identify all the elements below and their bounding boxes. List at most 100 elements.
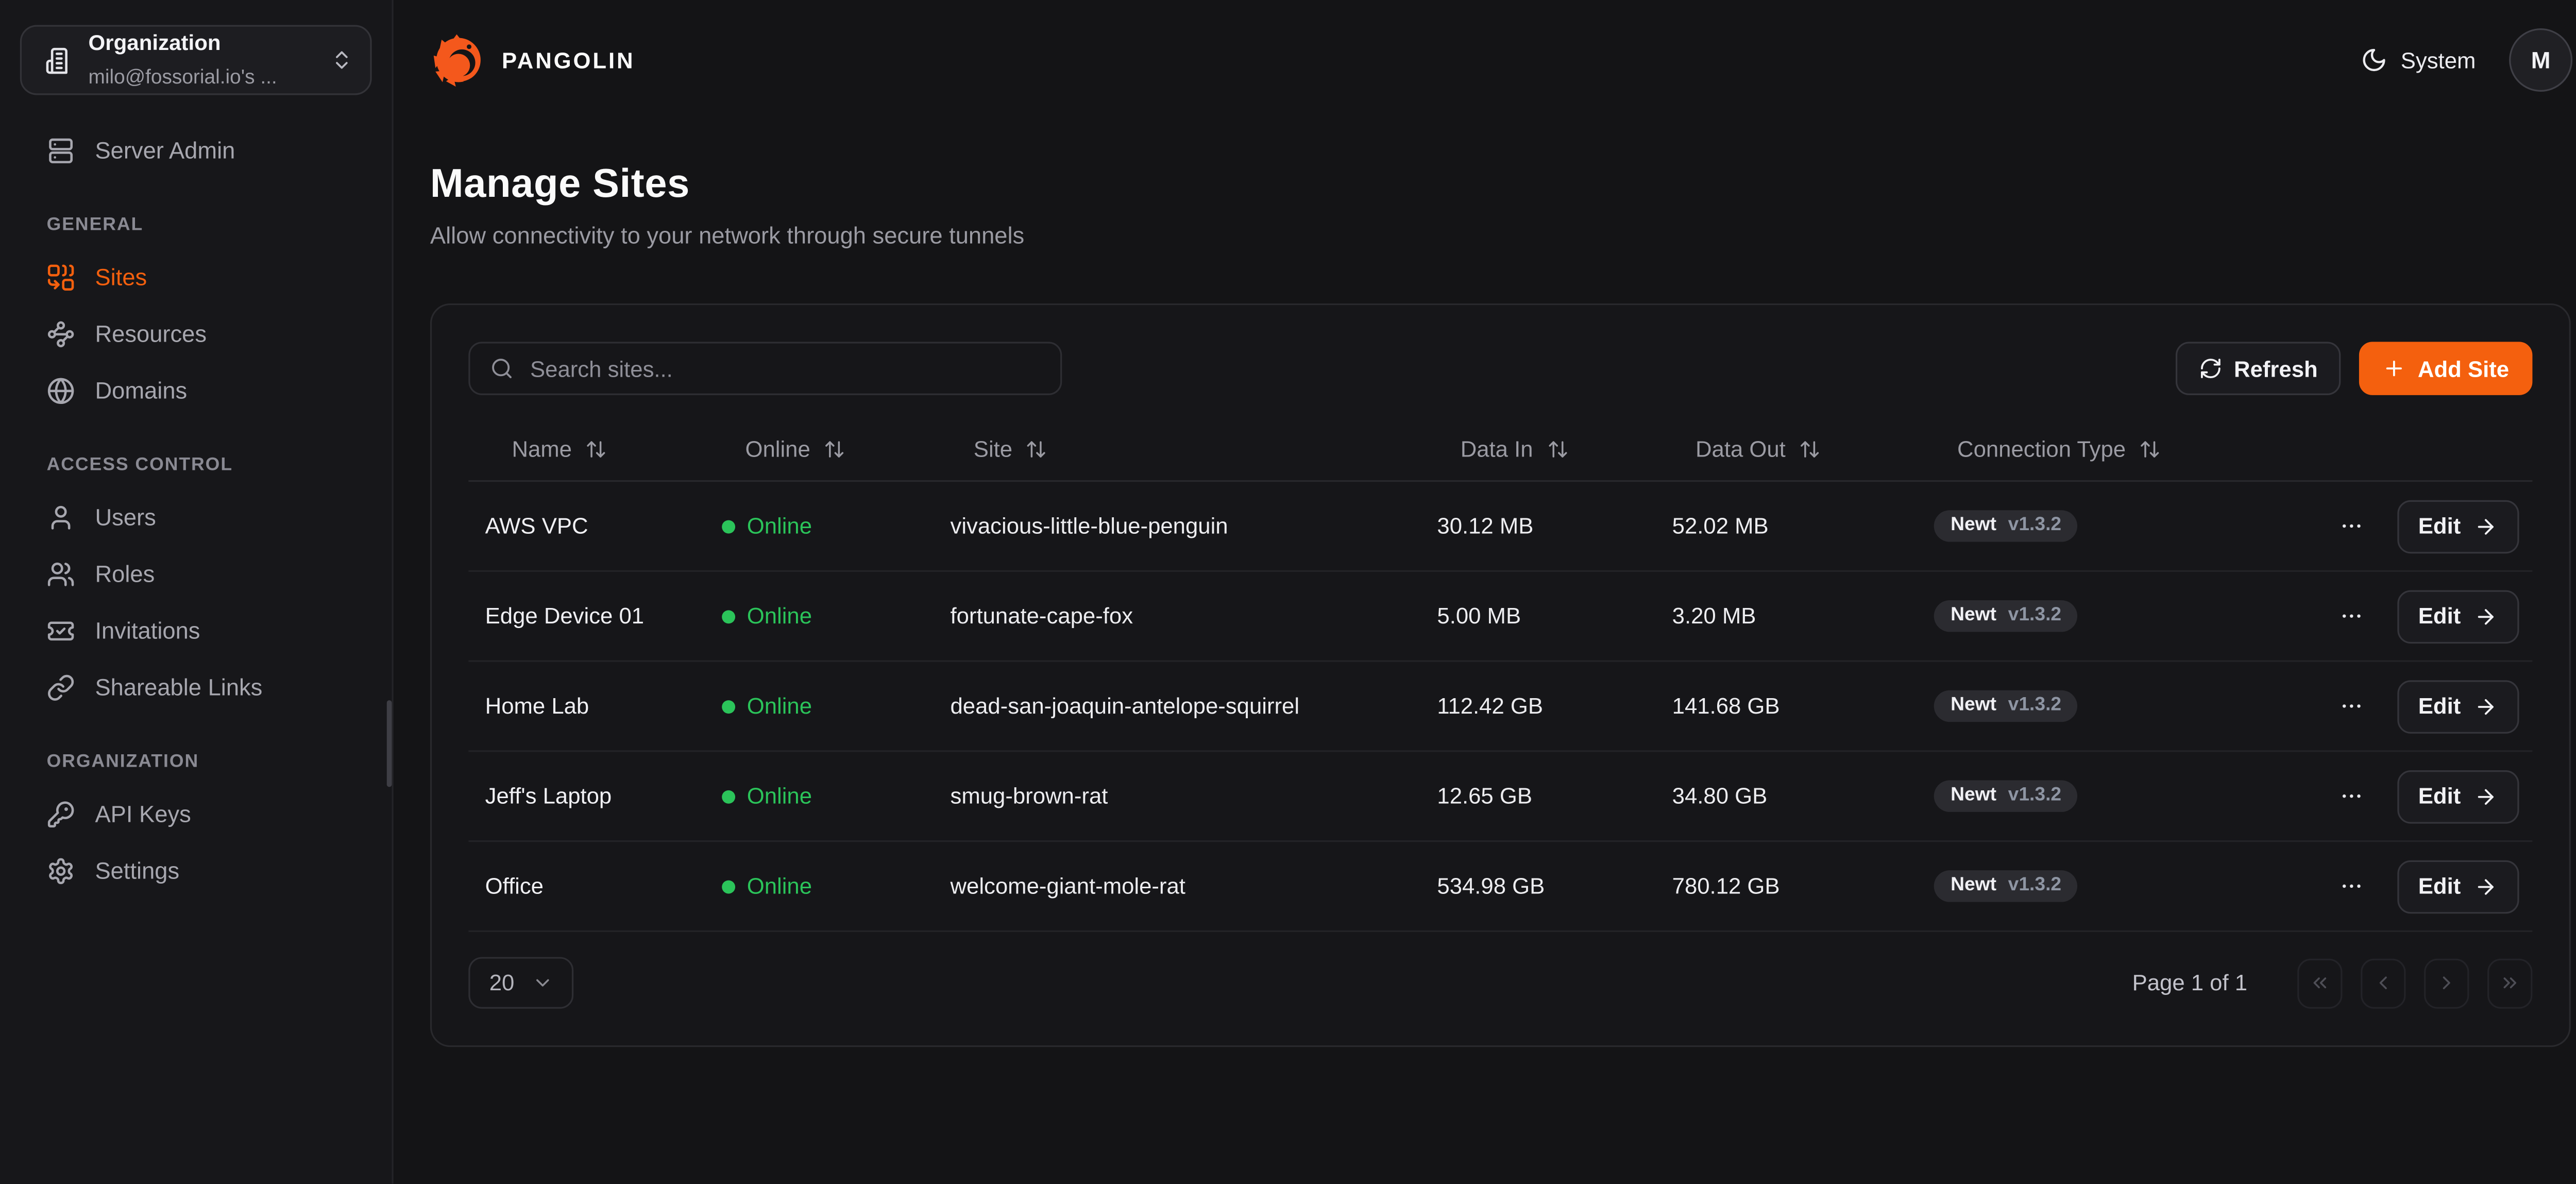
row-actions: Edit [2324,769,2532,823]
section-label-general: GENERAL [20,215,372,235]
data-in: 534.98 GB [1414,874,1649,899]
edit-button[interactable]: Edit [2397,859,2519,913]
first-page-button[interactable] [2297,958,2342,1008]
table-header-row: Name Online Site Data In [468,418,2532,482]
globe-icon [47,376,75,404]
status-dot [722,610,735,623]
page-size-select[interactable]: 20 [468,957,573,1008]
refresh-label: Refresh [2234,356,2318,381]
page-subtitle: Allow connectivity to your network throu… [430,222,2572,248]
plus-icon [2383,357,2406,380]
main-area: PANGOLIN System M Manage Sites Allow con… [394,0,2576,1184]
status-dot [722,519,735,533]
sidebar-item-sites[interactable]: Sites [20,248,372,305]
refresh-icon [2199,357,2222,380]
column-header-data-out[interactable]: Data Out [1649,437,1910,462]
sidebar-item-users[interactable]: Users [20,488,372,545]
sidebar-item-settings[interactable]: Settings [20,842,372,899]
column-header-site[interactable]: Site [927,437,1414,462]
row-menu-button[interactable] [2335,690,2366,722]
add-site-button[interactable]: Add Site [2360,342,2533,395]
sidebar-item-resources[interactable]: Resources [20,305,372,362]
sidebar-item-api-keys[interactable]: API Keys [20,785,372,842]
online-status: Online [699,514,927,539]
edit-button[interactable]: Edit [2397,499,2519,553]
table-toolbar: Refresh Add Site [468,342,2532,395]
status-dot [722,789,735,803]
gear-icon [47,856,75,885]
site-slug: dead-san-joaquin-antelope-squirrel [927,694,1414,719]
sidebar-item-label: Resources [95,320,207,347]
theme-toggle-label: System [2401,47,2476,73]
sidebar-item-label: Settings [95,857,179,884]
server-icon [47,136,75,164]
page-indicator: Page 1 of 1 [2132,970,2247,995]
ticket-check-icon [47,616,75,645]
sort-icon [1026,438,1047,460]
column-header-online[interactable]: Online [699,437,927,462]
site-name: Edge Device 01 [468,603,699,629]
site-name: Jeff's Laptop [468,784,699,809]
edit-button[interactable]: Edit [2397,769,2519,823]
column-header-connection-type[interactable]: Connection Type [1910,437,2324,462]
sort-icon [1799,438,1821,460]
search-input[interactable] [527,354,1041,383]
online-status: Online [699,694,927,719]
connection-badge: Newtv1.3.2 [1934,870,2078,902]
connection-type-cell: Newtv1.3.2 [1910,510,2324,542]
row-menu-button[interactable] [2335,780,2366,811]
sidebar-scrollbar-thumb[interactable] [387,700,392,787]
org-selector[interactable]: Organization milo@fossorial.io's ... [20,25,372,95]
sidebar-item-label: Invitations [95,617,200,644]
search-icon [490,357,513,380]
sidebar-item-roles[interactable]: Roles [20,545,372,602]
connection-badge: Newtv1.3.2 [1934,600,2078,632]
column-header-name[interactable]: Name [468,437,699,462]
sidebar-item-invitations[interactable]: Invitations [20,602,372,658]
site-name: AWS VPC [468,514,699,539]
table-row: AWS VPC Online vivacious-little-blue-pen… [468,482,2532,572]
arrow-right-icon [2474,695,2497,718]
org-subtitle: milo@fossorial.io's ... [89,65,277,88]
sort-icon [585,438,607,460]
data-in: 5.00 MB [1414,603,1649,629]
table-row: Edge Device 01 Online fortunate-cape-fox… [468,572,2532,662]
sidebar-item-shareable-links[interactable]: Shareable Links [20,658,372,715]
sidebar-item-server-admin[interactable]: Server Admin [20,122,372,178]
theme-toggle-button[interactable]: System [2361,47,2476,74]
connection-type-cell: Newtv1.3.2 [1910,870,2324,902]
topbar-right: System M [2361,28,2576,92]
row-actions: Edit [2324,589,2532,643]
edit-button[interactable]: Edit [2397,680,2519,733]
waypoints-icon [47,319,75,348]
arrow-right-icon [2474,514,2497,537]
row-menu-button[interactable] [2335,600,2366,632]
org-selector-text: Organization milo@fossorial.io's ... [89,27,315,93]
row-menu-button[interactable] [2335,870,2366,902]
stage: Organization milo@fossorial.io's ... Ser… [0,0,2576,1184]
status-dot [722,879,735,893]
sidebar-item-label: Sites [95,263,147,290]
refresh-button[interactable]: Refresh [2176,342,2341,395]
previous-page-button[interactable] [2361,958,2405,1008]
moon-icon [2361,47,2387,74]
content: Manage Sites Allow connectivity to your … [394,120,2576,1047]
pagination-controls [2297,958,2532,1008]
sort-icon [2139,438,2161,460]
data-out: 52.02 MB [1649,514,1910,539]
sidebar-item-domains[interactable]: Domains [20,362,372,418]
building-icon [45,46,73,74]
column-header-data-in[interactable]: Data In [1414,437,1649,462]
edit-button[interactable]: Edit [2397,589,2519,643]
next-page-button[interactable] [2424,958,2469,1008]
row-menu-button[interactable] [2335,510,2366,542]
sidebar-item-label: Shareable Links [95,673,262,700]
site-slug: welcome-giant-mole-rat [927,874,1414,899]
avatar[interactable]: M [2509,28,2572,92]
data-out: 141.68 GB [1649,694,1910,719]
section-label-access-control: ACCESS CONTROL [20,455,372,475]
sidebar-item-label: Roles [95,560,155,587]
pangolin-logo [430,31,487,88]
site-name: Home Lab [468,694,699,719]
last-page-button[interactable] [2487,958,2532,1008]
